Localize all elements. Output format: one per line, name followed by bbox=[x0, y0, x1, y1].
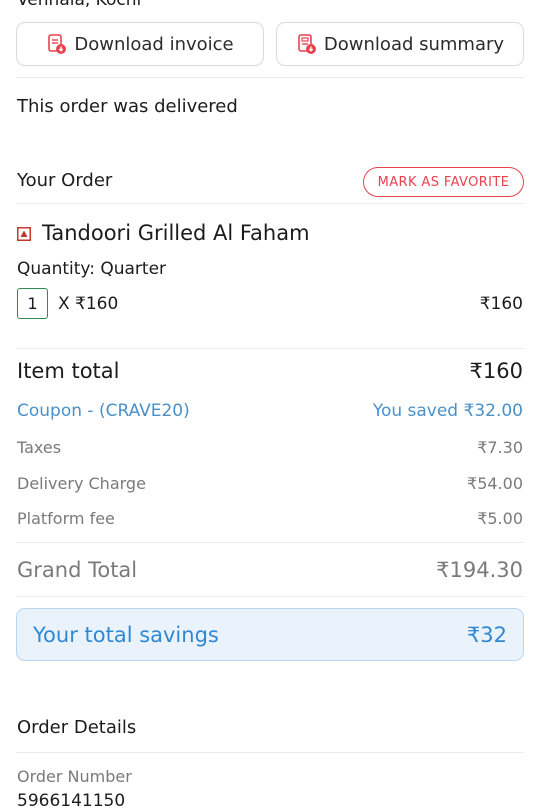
download-summary-button[interactable]: Download summary bbox=[276, 22, 524, 66]
download-invoice-label: Download invoice bbox=[74, 33, 234, 55]
delivery-charge-label: Delivery Charge bbox=[17, 474, 146, 493]
order-number-label: Order Number bbox=[17, 767, 132, 786]
total-savings-banner: Your total savings ₹32 bbox=[16, 608, 524, 661]
summary-download-icon bbox=[298, 34, 316, 54]
item-quantity: Quantity: Quarter bbox=[17, 259, 167, 279]
item-count: 1 bbox=[17, 288, 48, 319]
grand-total-row: Grand Total ₹194.30 bbox=[17, 558, 523, 582]
item-name: Tandoori Grilled Al Faham bbox=[42, 221, 310, 245]
item-line-total: ₹160 bbox=[479, 294, 523, 314]
taxes-value: ₹7.30 bbox=[477, 438, 523, 457]
total-savings-label: Your total savings bbox=[33, 622, 219, 647]
divider bbox=[16, 348, 524, 349]
download-summary-label: Download summary bbox=[323, 33, 505, 55]
divider bbox=[16, 77, 524, 78]
delivery-address: Vennala, Kochi bbox=[17, 0, 142, 10]
non-veg-icon bbox=[17, 227, 31, 241]
delivery-charge-row: Delivery Charge ₹54.00 bbox=[17, 474, 523, 493]
item-unit-price: X ₹160 bbox=[58, 294, 119, 314]
grand-total-label: Grand Total bbox=[17, 558, 138, 582]
taxes-row: Taxes ₹7.30 bbox=[17, 438, 523, 457]
total-savings-value: ₹32 bbox=[466, 622, 507, 647]
mark-favorite-button[interactable]: MARK AS FAVORITE bbox=[363, 167, 524, 197]
order-status: This order was delivered bbox=[17, 96, 238, 117]
divider bbox=[16, 203, 524, 204]
grand-total-value: ₹194.30 bbox=[436, 558, 523, 582]
your-order-heading: Your Order bbox=[17, 170, 113, 191]
order-number-value: 5966141150 bbox=[17, 791, 126, 808]
item-total-label: Item total bbox=[17, 359, 120, 383]
order-details-heading: Order Details bbox=[17, 717, 137, 738]
delivery-charge-value: ₹54.00 bbox=[467, 474, 523, 493]
download-buttons: Download invoice Download summary bbox=[16, 22, 524, 66]
coupon-label: Coupon - (CRAVE20) bbox=[17, 401, 190, 421]
coupon-row: Coupon - (CRAVE20) You saved ₹32.00 bbox=[17, 401, 523, 421]
coupon-savings: You saved ₹32.00 bbox=[372, 401, 523, 421]
taxes-label: Taxes bbox=[17, 438, 62, 457]
invoice-download-icon bbox=[48, 34, 67, 54]
item-total-row: Item total ₹160 bbox=[17, 359, 523, 383]
divider bbox=[16, 596, 524, 597]
item-total-value: ₹160 bbox=[469, 359, 523, 383]
platform-fee-value: ₹5.00 bbox=[477, 509, 523, 528]
download-invoice-button[interactable]: Download invoice bbox=[16, 22, 264, 66]
platform-fee-label: Platform fee bbox=[17, 509, 115, 528]
divider bbox=[16, 542, 524, 543]
platform-fee-row: Platform fee ₹5.00 bbox=[17, 509, 523, 528]
divider bbox=[16, 752, 524, 753]
